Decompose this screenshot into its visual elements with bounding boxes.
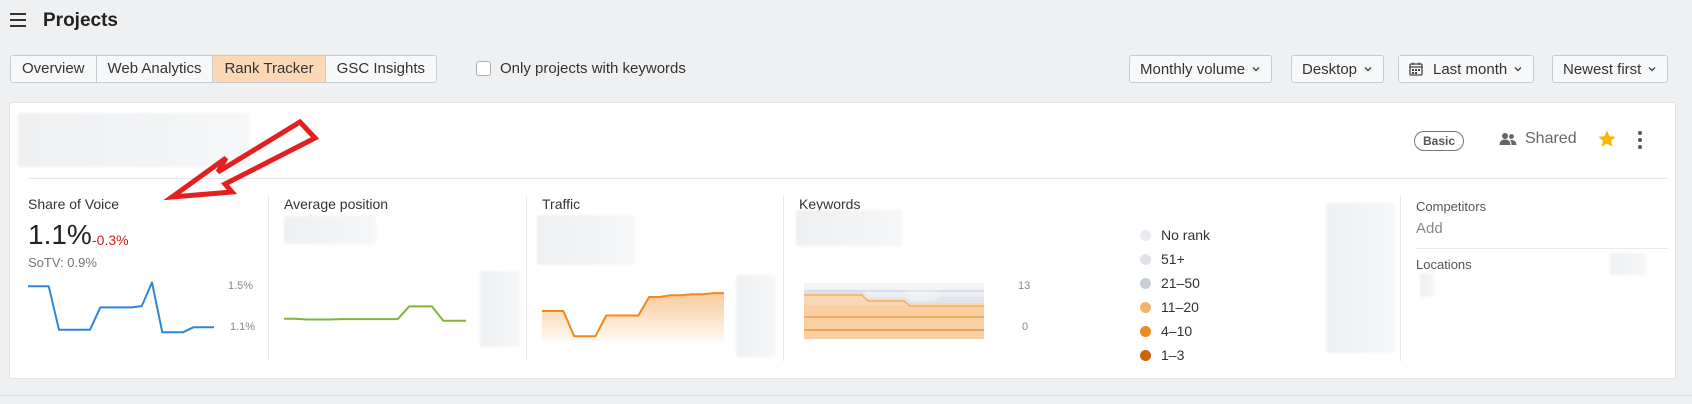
legend-label: No rank [1161,227,1211,243]
keywords-4-10-area [804,305,984,339]
keywords-y-max: 13 [1018,280,1031,292]
avg-position-title: Average position [284,196,389,212]
legend-dot [1140,325,1151,337]
traffic-title: Traffic [542,196,581,212]
calendar-icon [1409,62,1423,76]
tab-overview[interactable]: Overview [11,56,97,82]
sov-title: Share of Voice [28,196,120,212]
competitors-label: Competitors [1416,199,1487,214]
location-flag-redacted [1420,273,1434,297]
sidebar-divider [1416,248,1668,249]
top-bar: Projects [0,0,1692,44]
period-dropdown-label: Last month [1433,60,1508,78]
keywords-counts-redacted [1326,203,1394,353]
avg-chart-line [284,305,466,322]
sov-delta: -0.3% [92,232,129,248]
sov-y-max: 1.5% [228,280,254,292]
legend-item-1-3: 1–3 [1140,343,1210,367]
sov-chart-line [28,281,214,334]
legend-label: 51+ [1161,251,1185,267]
locations-label: Locations [1416,257,1472,272]
avg-position-sparkline [284,305,466,322]
traffic-chart-area [542,293,724,341]
legend-dot [1140,301,1151,313]
plan-badge: Basic [1414,131,1465,151]
filter-bar: Overview Web Analytics Rank Tracker GSC … [0,55,1692,85]
chevron-down-icon [1648,67,1656,72]
page-bottom-divider [0,395,1692,396]
chevron-down-icon [1252,67,1260,72]
sort-dropdown[interactable]: Newest first [1552,55,1669,83]
project-card: Basic Shared Share of Voice 1.1% -0.3% S… [9,102,1676,379]
legend-label: 4–10 [1161,323,1193,339]
shared-label: Shared [1525,130,1577,147]
tab-web-analytics[interactable]: Web Analytics [96,56,214,82]
sotv-value: SoTV: 0.9% [28,255,97,270]
sort-dropdown-label: Newest first [1563,60,1642,78]
column-separator [526,196,527,361]
legend-label: 11–20 [1161,299,1199,315]
volume-dropdown-label: Monthly volume [1140,60,1246,78]
column-separator [1400,196,1401,361]
legend-label: 21–50 [1161,275,1200,291]
traffic-value-redacted [537,215,635,265]
legend-item-51-plus: 51+ [1140,247,1210,271]
legend-item-21-50: 21–50 [1140,271,1210,295]
legend-dot [1140,277,1151,289]
tab-gsc-insights[interactable]: GSC Insights [325,56,437,82]
traffic-scale-redacted [736,275,776,357]
tool-tabs: Overview Web Analytics Rank Tracker GSC … [10,55,438,83]
legend-dot [1140,253,1151,265]
users-icon [1499,133,1517,145]
sov-value: 1.1% [28,219,92,250]
only-keywords-filter[interactable]: Only projects with keywords [476,60,686,77]
device-dropdown[interactable]: Desktop [1291,55,1385,83]
keywords-stacked-chart [804,283,984,339]
avg-position-scale-redacted [480,271,520,347]
traffic-sparkline [542,292,724,341]
sov-y-min: 1.1% [230,321,256,333]
device-dropdown-label: Desktop [1302,60,1358,78]
only-keywords-label: Only projects with keywords [500,60,686,77]
legend-item-11-20: 11–20 [1140,295,1210,319]
page-title: Projects [43,10,118,31]
more-options-icon[interactable] [1638,131,1644,152]
legend-dot [1140,349,1151,361]
legend-dot [1140,229,1151,241]
keywords-legend: No rank 51+ 21–50 11–20 4–10 1–3 [1140,223,1210,367]
tab-rank-tracker[interactable]: Rank Tracker [213,56,326,82]
star-icon[interactable] [1597,129,1617,149]
sov-sparkline [28,281,214,334]
volume-dropdown[interactable]: Monthly volume [1129,55,1273,83]
card-divider [28,178,1668,179]
column-separator [268,196,269,361]
legend-label: 1–3 [1161,347,1185,363]
project-name-redacted[interactable] [18,113,250,167]
hamburger-menu-icon[interactable] [10,13,26,27]
period-dropdown[interactable]: Last month [1398,55,1535,83]
keywords-value-redacted [796,210,902,246]
shared-button[interactable]: Shared [1499,130,1577,148]
column-separator [783,196,784,361]
legend-item-no-rank: No rank [1140,223,1210,247]
chevron-down-icon [1514,67,1522,72]
location-count-redacted [1610,253,1646,275]
avg-position-value-redacted [284,216,376,244]
add-competitors-link[interactable]: Add [1416,220,1443,237]
keywords-y-min: 0 [1022,321,1029,333]
legend-item-4-10: 4–10 [1140,319,1210,343]
chevron-down-icon [1364,67,1372,72]
only-keywords-checkbox[interactable] [476,61,491,76]
